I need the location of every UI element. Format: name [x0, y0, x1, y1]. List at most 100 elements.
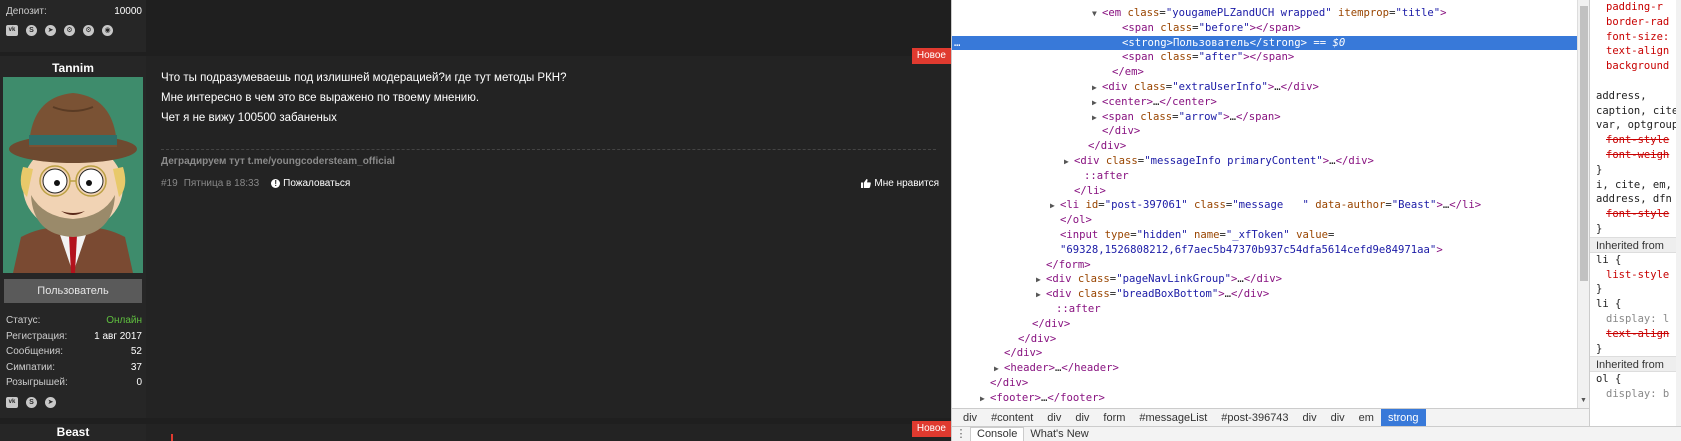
css-property[interactable]: padding-r [1590, 0, 1681, 15]
dom-node[interactable]: ▶ <header>…</header> [952, 361, 1577, 376]
dom-node[interactable]: <span class="after"></span> [952, 50, 1577, 65]
dom-node[interactable]: ::after [952, 169, 1577, 184]
like-button[interactable]: Мне нравится [861, 178, 939, 189]
css-property[interactable]: list-style [1590, 268, 1681, 283]
expand-triangle-icon[interactable]: ▶ [1050, 199, 1060, 214]
dom-node[interactable]: "69328,1526808212,6f7aec5b47370b937c54df… [952, 243, 1577, 258]
css-property[interactable]: border-rad [1590, 15, 1681, 30]
expand-triangle-icon[interactable]: ▶ [1064, 155, 1074, 170]
css-selector[interactable]: li { [1590, 297, 1681, 312]
dom-node[interactable]: </div> [952, 124, 1577, 139]
css-property[interactable]: background [1590, 59, 1681, 74]
expand-triangle-icon[interactable]: ▶ [1036, 273, 1046, 288]
inherited-header[interactable]: Inherited from [1590, 356, 1681, 373]
skype-icon[interactable]: S [26, 25, 37, 36]
css-selector[interactable]: ol { [1590, 372, 1681, 387]
telegram-icon[interactable]: ➤ [45, 397, 56, 408]
breadcrumb-item[interactable]: strong [1380, 408, 1426, 427]
dom-node[interactable]: </div> [952, 332, 1577, 347]
css-selector[interactable]: } [1590, 282, 1681, 297]
breadcrumb-item[interactable]: div [1068, 409, 1096, 427]
dom-node-selected[interactable]: … <strong>Пользователь</strong> == $0 [952, 35, 1577, 51]
steam-icon[interactable]: ⚙ [64, 25, 75, 36]
post-number[interactable]: #19 [161, 178, 178, 189]
breadcrumb-item[interactable]: #messageList [1132, 409, 1214, 427]
dom-node[interactable]: ▶ <li id="post-397061" class="message " d… [952, 198, 1577, 213]
css-selector[interactable]: caption, cite [1590, 104, 1681, 119]
tab-whats-new[interactable]: What's New [1024, 428, 1094, 441]
breadcrumb-item[interactable]: div [956, 409, 984, 427]
skype-icon[interactable]: S [26, 397, 37, 408]
scrollbar-thumb[interactable] [1580, 6, 1588, 281]
dom-node[interactable]: ▶ <div class="extraUserInfo">…</div> [952, 80, 1577, 95]
node-menu-icon[interactable]: … [954, 36, 960, 51]
breadcrumb-item[interactable]: div [1324, 409, 1352, 427]
breadcrumb-item[interactable]: form [1096, 409, 1132, 427]
css-selector[interactable]: } [1590, 163, 1681, 178]
collapse-triangle-icon[interactable]: ▼ [1092, 7, 1102, 22]
css-selector[interactable]: } [1590, 222, 1681, 237]
elements-scrollbar[interactable]: ▼ [1577, 0, 1589, 408]
dom-node[interactable]: </li> [952, 184, 1577, 199]
dom-node[interactable]: ▼ <em class="yougamePLZandUCH wrapped" it… [952, 6, 1577, 21]
expand-triangle-icon[interactable]: ▶ [1092, 111, 1102, 126]
web-icon[interactable]: ◉ [102, 25, 113, 36]
expand-triangle-icon[interactable]: ▶ [1092, 81, 1102, 96]
username[interactable]: Tannim [0, 61, 146, 75]
tab-console[interactable]: Console [970, 427, 1025, 441]
css-selector[interactable]: li { [1590, 253, 1681, 268]
next-username[interactable]: Beast [0, 424, 146, 441]
expand-triangle-icon[interactable]: ▶ [980, 392, 990, 407]
dom-node[interactable]: </div> [952, 317, 1577, 332]
css-selector[interactable]: var, optgroup [1590, 118, 1681, 133]
css-property[interactable]: font-style [1590, 207, 1681, 222]
dom-node[interactable]: <span class="before"></span> [952, 21, 1577, 36]
dom-node[interactable]: </div> [952, 376, 1577, 391]
expand-triangle-icon[interactable]: ▶ [1036, 288, 1046, 303]
steam-icon[interactable]: ⚙ [83, 25, 94, 36]
user-avatar[interactable] [3, 77, 143, 273]
dom-node[interactable]: ▶ <div class="pageNavLinkGroup">…</div> [952, 272, 1577, 287]
inherited-header[interactable]: Inherited from [1590, 236, 1681, 253]
breadcrumb-item[interactable]: #post-396743 [1214, 409, 1295, 427]
css-selector[interactable]: i, cite, em, [1590, 178, 1681, 193]
post-date[interactable]: Пятница в 18:33 [184, 178, 259, 189]
expand-triangle-icon[interactable]: ▶ [994, 362, 1004, 377]
scroll-down-icon[interactable]: ▼ [1580, 397, 1587, 404]
dom-node[interactable]: </div> [952, 346, 1577, 361]
dom-node[interactable]: </div> [952, 139, 1577, 154]
css-property[interactable]: display: l [1590, 312, 1681, 327]
drawer-menu-icon[interactable]: ⋮ [952, 427, 970, 441]
styles-pane[interactable]: padding-r border-rad font-size: text-align b… [1589, 0, 1681, 426]
css-selector[interactable]: address, [1590, 89, 1681, 104]
vk-icon[interactable]: vk [6, 397, 18, 408]
dom-node[interactable]: </ol> [952, 213, 1577, 228]
report-link[interactable]: ! Пожаловаться [271, 178, 350, 189]
dom-node[interactable]: ::after [952, 302, 1577, 317]
telegram-icon[interactable]: ➤ [45, 25, 56, 36]
styles-scrollbar[interactable] [1676, 0, 1681, 426]
breadcrumb-item[interactable]: #content [984, 409, 1040, 427]
css-selector[interactable]: } [1590, 342, 1681, 357]
dom-node[interactable]: <input type="hidden" name="_xfToken" val… [952, 228, 1577, 243]
elements-tree[interactable]: ▼ <em class="yougamePLZandUCH wrapped" it… [952, 0, 1577, 408]
breadcrumb-item[interactable]: div [1296, 409, 1324, 427]
dom-node[interactable]: </form> [952, 258, 1577, 273]
expand-triangle-icon[interactable]: ▶ [1092, 96, 1102, 111]
dom-node[interactable]: ▶ <div class="messageInfo primaryContent"… [952, 154, 1577, 169]
css-property[interactable]: text-align [1590, 44, 1681, 59]
post-signature[interactable]: Деградируем тут t.me/youngcodersteam_off… [161, 156, 395, 167]
breadcrumb-item[interactable]: em [1352, 409, 1381, 427]
dom-node[interactable]: ▶ <span class="arrow">…</span> [952, 110, 1577, 125]
dom-node[interactable]: ▶ <div class="breadBoxBottom">…</div> [952, 287, 1577, 302]
vk-icon[interactable]: vk [6, 25, 18, 36]
css-selector[interactable]: address, dfn [1590, 192, 1681, 207]
css-property[interactable]: font-weigh [1590, 148, 1681, 163]
dom-node[interactable]: </em> [952, 65, 1577, 80]
css-property[interactable]: font-size: [1590, 30, 1681, 45]
dom-node[interactable]: ▶ <footer>…</footer> [952, 391, 1577, 406]
css-property[interactable]: text-align [1590, 327, 1681, 342]
breadcrumb-item[interactable]: div [1040, 409, 1068, 427]
css-property[interactable]: display: b [1590, 387, 1681, 402]
css-property[interactable]: font-style [1590, 133, 1681, 148]
